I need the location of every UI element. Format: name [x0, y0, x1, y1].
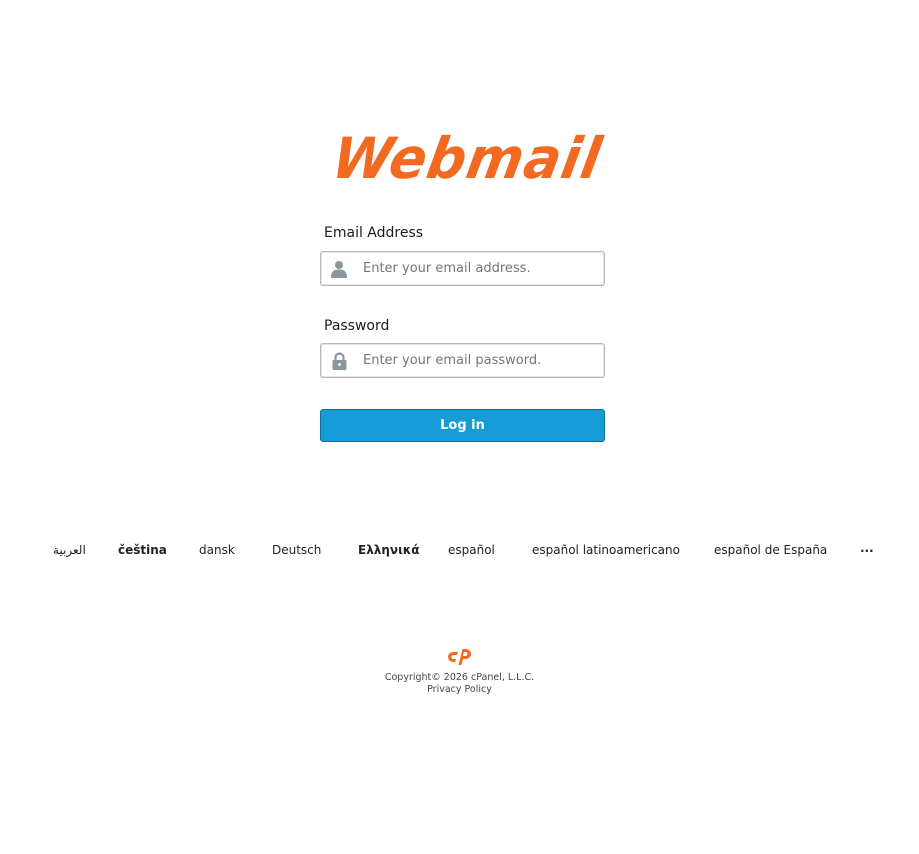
password-field-box[interactable] — [320, 343, 605, 378]
language-link-arabic[interactable]: العربية — [53, 543, 86, 557]
language-link-czech[interactable]: čeština — [118, 543, 167, 557]
language-link-spanish-latam[interactable]: español latinoamericano — [532, 543, 680, 557]
privacy-policy-link[interactable]: Privacy Policy — [427, 684, 492, 695]
password-label: Password — [324, 318, 390, 334]
language-link-danish[interactable]: dansk — [199, 543, 235, 557]
language-selector: العربية čeština dansk Deutsch Ελληνικά e… — [0, 541, 919, 561]
password-input[interactable] — [357, 345, 604, 376]
login-button[interactable]: Log in — [320, 409, 605, 442]
email-field-box[interactable] — [320, 251, 605, 286]
language-link-spanish[interactable]: español — [448, 543, 495, 557]
language-link-spanish-spain[interactable]: español de España — [714, 543, 827, 557]
email-label: Email Address — [324, 225, 424, 241]
webmail-logo-text: Webmail — [327, 125, 607, 192]
webmail-logo: Webmail — [312, 125, 622, 192]
lock-icon — [321, 344, 357, 377]
more-languages-button[interactable]: ... — [860, 541, 874, 555]
email-input[interactable] — [357, 253, 604, 284]
language-link-greek[interactable]: Ελληνικά — [358, 543, 420, 557]
footer: Copyright© 2026 cPanel, L.L.C. Privacy P… — [0, 648, 919, 696]
user-icon — [321, 252, 357, 285]
copyright-text: Copyright© 2026 cPanel, L.L.C. — [384, 672, 535, 683]
cpanel-logo-icon — [447, 649, 471, 665]
language-link-german[interactable]: Deutsch — [272, 543, 321, 557]
